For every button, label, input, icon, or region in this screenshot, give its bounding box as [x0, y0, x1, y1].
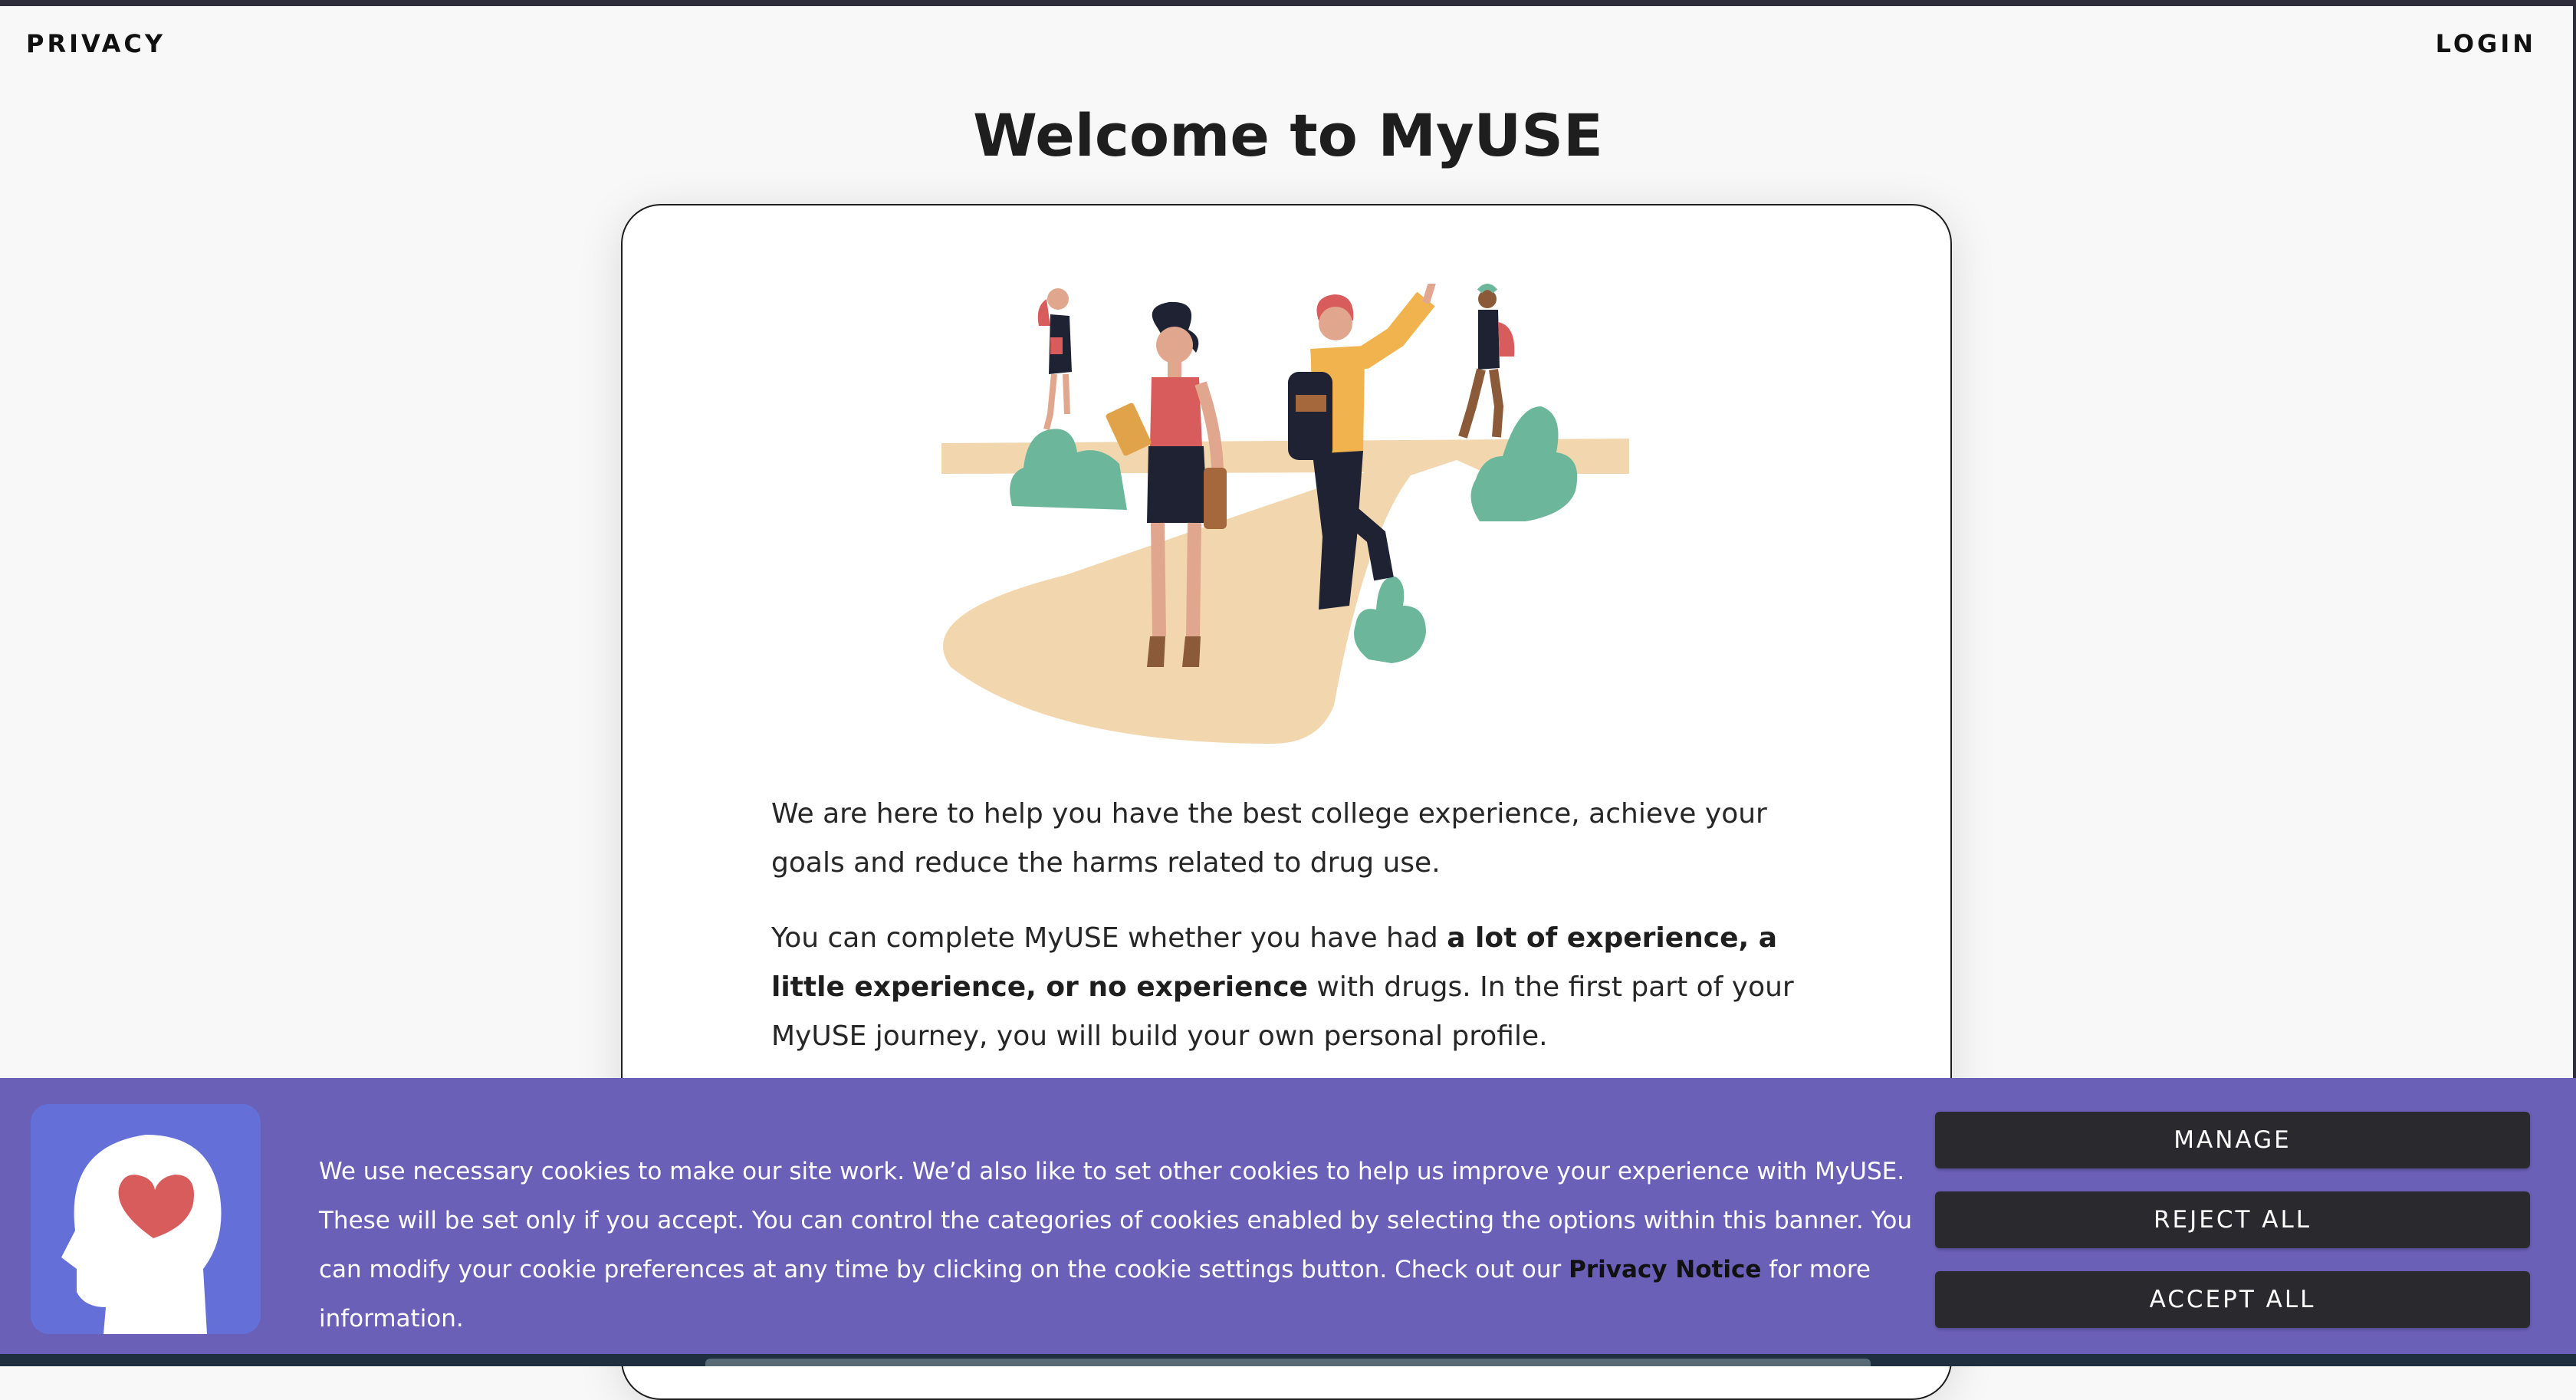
student-small-right [1458, 284, 1515, 439]
student-small-left [1037, 288, 1072, 430]
manage-cookies-button[interactable]: MANAGE [1935, 1112, 2530, 1168]
privacy-nav-link[interactable]: PRIVACY [26, 29, 166, 58]
head-heart-icon [61, 1135, 222, 1334]
myuse-logo [31, 1104, 261, 1334]
privacy-notice-link[interactable]: Privacy Notice [1569, 1256, 1761, 1283]
intro-paragraph-1: We are here to help you have the best co… [771, 798, 1767, 879]
page-bottom-handle [705, 1359, 1871, 1366]
page-title: Welcome to MyUSE [973, 101, 1603, 169]
reject-all-button[interactable]: REJECT ALL [1935, 1191, 2530, 1248]
intro-paragraph-2: You can complete MyUSE whether you have … [771, 914, 1814, 1061]
students-walking-illustration [941, 284, 1629, 744]
accept-all-button[interactable]: ACCEPT ALL [1935, 1271, 2530, 1328]
cookie-notice-text: We use necessary cookies to make our sit… [319, 1147, 1914, 1343]
login-nav-link[interactable]: LOGIN [2436, 29, 2536, 58]
intro-p2-start: You can complete MyUSE whether you have … [771, 922, 1447, 954]
top-border [0, 0, 2576, 6]
